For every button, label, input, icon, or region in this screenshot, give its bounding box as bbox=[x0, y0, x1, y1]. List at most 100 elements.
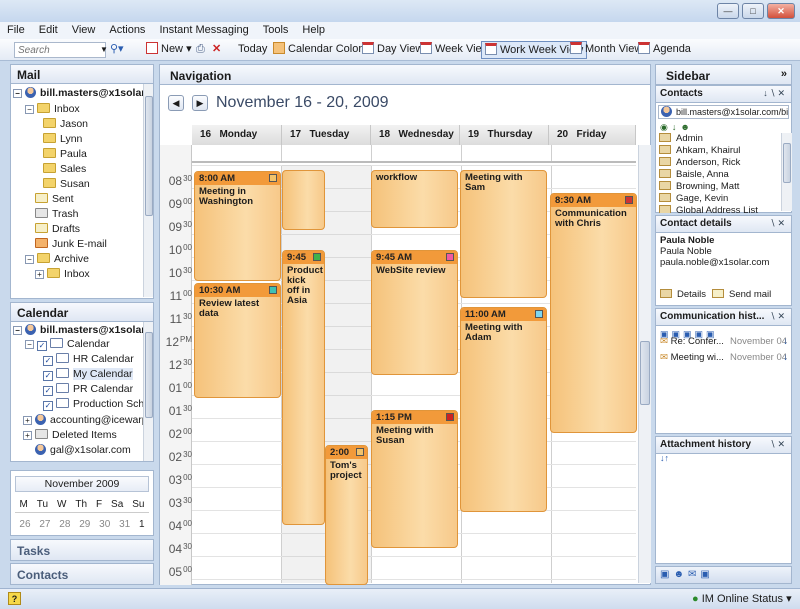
folder-archive-inbox[interactable]: + Inbox bbox=[35, 267, 90, 282]
mini-calendar-month[interactable]: November 2009 bbox=[15, 476, 149, 492]
calendar-event[interactable]: 8:00 AM Meeting in Washington bbox=[194, 171, 281, 281]
calendar-deleted-items[interactable]: + Deleted Items bbox=[23, 428, 117, 443]
collapse-icon[interactable]: − bbox=[25, 105, 34, 114]
contacts-scrollbar[interactable] bbox=[781, 133, 792, 211]
contact-item[interactable]: Ahkam, Khairul bbox=[659, 145, 740, 157]
folder-sent[interactable]: Sent bbox=[35, 192, 74, 207]
tasks-nav-button[interactable]: Tasks bbox=[10, 539, 154, 561]
day-header-thursday[interactable]: 19 Thursday bbox=[460, 125, 549, 145]
panel-pin-icons[interactable]: ∖✕ bbox=[770, 218, 787, 229]
calendar-accounting[interactable]: +accounting@icewarpdem bbox=[23, 413, 153, 428]
mini-day[interactable]: 31 bbox=[119, 519, 130, 533]
menu-help[interactable]: Help bbox=[295, 22, 332, 36]
calendar-color-button[interactable]: Calendar Color ▾ bbox=[273, 41, 371, 59]
folder-sales[interactable]: Sales bbox=[43, 162, 86, 177]
mini-day[interactable]: 29 bbox=[79, 519, 90, 533]
menu-file[interactable]: File bbox=[0, 22, 32, 36]
new-button[interactable]: New ▾ bbox=[146, 41, 192, 59]
contact-item[interactable]: Browning, Matt bbox=[659, 181, 739, 193]
folder-susan[interactable]: Susan bbox=[43, 177, 90, 192]
collapse-icon[interactable]: − bbox=[25, 255, 34, 264]
calendar-gal[interactable]: gal@x1solar.com bbox=[35, 443, 131, 458]
comm-item[interactable]: ✉ Re: Confer... November 04 ↓ bbox=[660, 336, 788, 347]
maximize-button[interactable]: □ bbox=[742, 3, 764, 19]
folder-jason[interactable]: Jason bbox=[43, 117, 88, 132]
mail-account[interactable]: − bill.masters@x1solar.co bbox=[13, 86, 153, 101]
print-icon[interactable]: ⎙ bbox=[196, 41, 205, 59]
checkbox-checked-icon[interactable]: ✓ bbox=[43, 356, 53, 366]
collapse-sidebar-icon[interactable]: » bbox=[781, 68, 787, 80]
delete-icon[interactable]: ✕ bbox=[212, 41, 221, 59]
send-mail-button[interactable]: Send mail bbox=[712, 289, 771, 300]
contact-item[interactable]: Anderson, Rick bbox=[659, 157, 740, 169]
day-view-button[interactable]: Day View bbox=[362, 41, 423, 59]
contact-item[interactable]: Admin bbox=[659, 133, 703, 145]
calendar-event[interactable]: 11:00 AM Meeting with Adam bbox=[460, 307, 547, 512]
search-icon[interactable]: ⚲▾ bbox=[110, 41, 124, 59]
contact-item[interactable]: Baisle, Anna bbox=[659, 169, 729, 181]
calendar-event[interactable]: 8:30 AM Communication with Chris bbox=[550, 193, 637, 433]
calendar-event[interactable]: 10:30 AM Review latest data bbox=[194, 283, 281, 398]
today-button[interactable]: Today bbox=[238, 41, 267, 59]
expand-icon[interactable]: + bbox=[23, 431, 32, 440]
expand-icon[interactable]: + bbox=[23, 416, 32, 425]
contact-item[interactable]: Global Address List bbox=[659, 205, 758, 213]
details-button[interactable]: Details bbox=[660, 289, 706, 300]
calendar-scrollbar[interactable] bbox=[143, 322, 153, 461]
menu-instant-messaging[interactable]: Instant Messaging bbox=[152, 22, 255, 36]
collapse-icon[interactable]: − bbox=[13, 326, 22, 335]
mini-day[interactable]: 27 bbox=[39, 519, 50, 533]
contacts-nav-button[interactable]: Contacts bbox=[10, 563, 154, 585]
day-header-tuesday[interactable]: 17 Tuesday bbox=[282, 125, 371, 145]
calendar-event[interactable]: 9:45 AM WebSite review bbox=[371, 250, 458, 375]
menu-actions[interactable]: Actions bbox=[102, 22, 152, 36]
folder-junk[interactable]: Junk E-mail bbox=[35, 237, 107, 252]
folder-trash[interactable]: Trash bbox=[35, 207, 78, 222]
mini-day[interactable]: 26 bbox=[19, 519, 30, 533]
collapse-icon[interactable]: − bbox=[13, 89, 22, 98]
menu-tools[interactable]: Tools bbox=[256, 22, 296, 36]
contacts-account-select[interactable]: bill.masters@x1solar.com/bill bbox=[658, 105, 789, 119]
calendar-production[interactable]: ✓Production Schedule bbox=[43, 397, 153, 412]
folder-inbox[interactable]: − Inbox bbox=[25, 102, 80, 117]
mail-scrollbar[interactable] bbox=[143, 84, 153, 297]
folder-archive[interactable]: − Archive bbox=[25, 252, 89, 267]
search-input[interactable] bbox=[14, 42, 106, 58]
calendar-main[interactable]: − ✓ Calendar bbox=[25, 337, 110, 352]
expand-icon[interactable]: + bbox=[35, 270, 44, 279]
next-week-button[interactable]: ▶ bbox=[192, 95, 208, 111]
contact-email[interactable]: paula.noble@x1solar.com bbox=[660, 257, 769, 268]
mini-day[interactable]: 1 bbox=[139, 519, 145, 533]
panel-pin-icons[interactable]: ∖✕ bbox=[770, 439, 787, 450]
collapse-icon[interactable]: − bbox=[25, 340, 34, 349]
im-status-button[interactable]: ● IM Online Status ▾ bbox=[692, 592, 792, 605]
scroll-thumb[interactable] bbox=[783, 143, 791, 183]
sidebar-shortcut-icons[interactable]: ▣☻✉▣ bbox=[655, 566, 792, 584]
help-icon[interactable]: ? bbox=[8, 592, 21, 605]
panel-pin-icons[interactable]: ∖✕ bbox=[770, 311, 787, 322]
minimize-button[interactable]: — bbox=[717, 3, 739, 19]
all-day-strip[interactable] bbox=[192, 145, 636, 163]
calendar-my[interactable]: ✓ My Calendar bbox=[43, 367, 133, 382]
contacts-toolbar-icons[interactable]: ◉↓☻ bbox=[660, 122, 694, 133]
day-header-wednesday[interactable]: 18 Wednesday bbox=[371, 125, 460, 145]
scroll-thumb[interactable] bbox=[640, 341, 650, 405]
calendar-scrollbar[interactable] bbox=[638, 145, 651, 583]
calendar-event[interactable]: 1:15 PM Meeting with Susan bbox=[371, 410, 458, 548]
calendar-event[interactable]: 9:45 Product kick off in Asia bbox=[282, 250, 325, 525]
checkbox-checked-icon[interactable]: ✓ bbox=[37, 341, 47, 351]
mini-day[interactable]: 30 bbox=[99, 519, 110, 533]
folder-paula[interactable]: Paula bbox=[43, 147, 87, 162]
contact-item[interactable]: Gage, Kevin bbox=[659, 193, 728, 205]
calendar-hr[interactable]: ✓ HR Calendar bbox=[43, 352, 134, 367]
day-header-monday[interactable]: 16 Monday bbox=[192, 125, 282, 145]
scroll-thumb[interactable] bbox=[145, 96, 153, 216]
search-dropdown-icon[interactable]: ▼ bbox=[100, 41, 108, 59]
close-window-button[interactable]: ✕ bbox=[767, 3, 795, 19]
checkbox-checked-icon[interactable]: ✓ bbox=[43, 401, 53, 411]
mini-day[interactable]: 28 bbox=[59, 519, 70, 533]
calendar-event[interactable]: workflow bbox=[371, 170, 458, 228]
folder-drafts[interactable]: Drafts bbox=[35, 222, 80, 237]
comm-item[interactable]: ✉ Meeting wi... November 04 ↓ bbox=[660, 352, 788, 363]
menu-view[interactable]: View bbox=[65, 22, 103, 36]
